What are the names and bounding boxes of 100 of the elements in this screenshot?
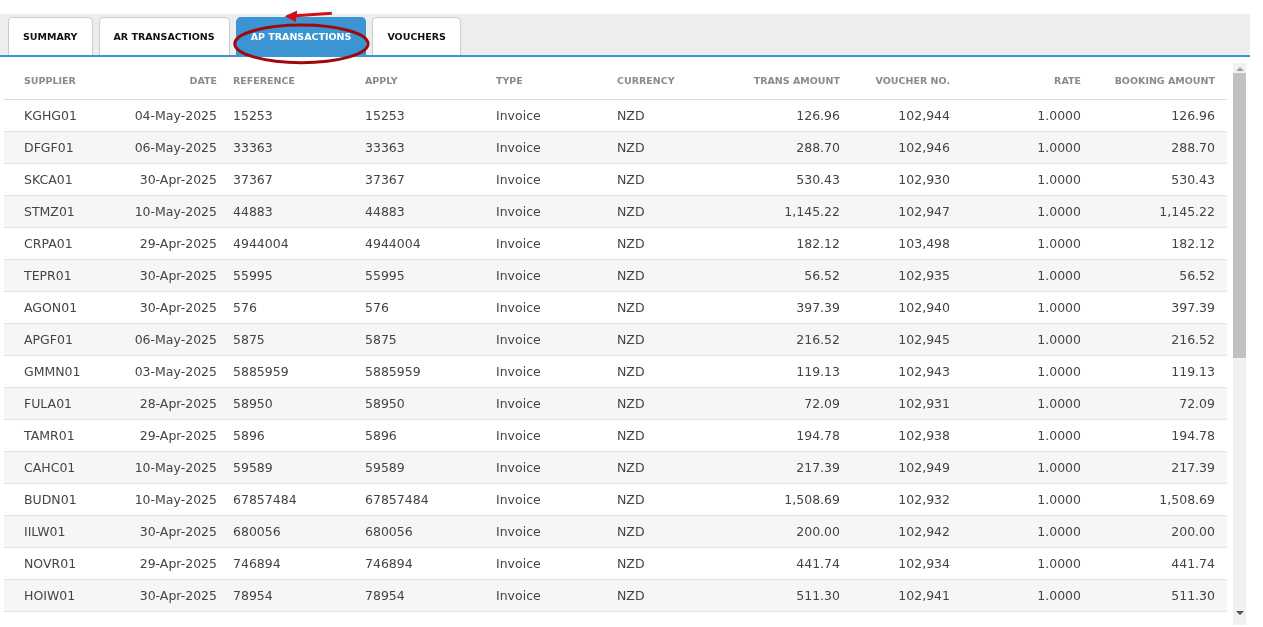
table-cell: 30-Apr-2025 xyxy=(120,163,221,195)
table-cell: 5896 xyxy=(221,419,353,451)
table-cell: 1.0000 xyxy=(962,227,1093,259)
table-cell: 102,935 xyxy=(852,259,962,291)
table-cell: 1,145.22 xyxy=(1093,195,1227,227)
table-cell: 1.0000 xyxy=(962,163,1093,195)
table-cell: NZD xyxy=(605,547,700,579)
table-cell: GMMN01 xyxy=(4,355,120,387)
table-cell: 102,932 xyxy=(852,483,962,515)
table-cell: 1,508.69 xyxy=(1093,483,1227,515)
table-cell: 1.0000 xyxy=(962,259,1093,291)
table-cell: 1.0000 xyxy=(962,515,1093,547)
column-header[interactable]: BOOKING AMOUNT xyxy=(1093,63,1227,99)
column-header[interactable]: VOUCHER NO. xyxy=(852,63,962,99)
table-cell: 530.43 xyxy=(700,163,852,195)
table-cell: DFGF01 xyxy=(4,131,120,163)
table-cell: BUDN01 xyxy=(4,483,120,515)
table-cell: NZD xyxy=(605,579,700,611)
table-cell: 10-May-2025 xyxy=(120,483,221,515)
tab[interactable]: AR TRANSACTIONS xyxy=(98,17,230,55)
table-cell: 1.0000 xyxy=(962,387,1093,419)
table-cell: 102,940 xyxy=(852,291,962,323)
table-cell: FULA01 xyxy=(4,387,120,419)
table-cell: 06-May-2025 xyxy=(120,131,221,163)
table-cell: 1.0000 xyxy=(962,99,1093,131)
table-cell: 56.52 xyxy=(1093,259,1227,291)
column-header[interactable]: CURRENCY xyxy=(605,63,700,99)
table-cell: 29-Apr-2025 xyxy=(120,547,221,579)
table-cell: Invoice xyxy=(484,259,605,291)
table-cell: 29-Apr-2025 xyxy=(120,419,221,451)
table-cell: NZD xyxy=(605,451,700,483)
table-cell: 5885959 xyxy=(353,355,484,387)
table-cell: 126.96 xyxy=(700,99,852,131)
table-cell: 119.13 xyxy=(1093,355,1227,387)
table-cell: 217.39 xyxy=(1093,451,1227,483)
tab[interactable]: SUMMARY xyxy=(8,17,93,55)
table-cell: 103,498 xyxy=(852,227,962,259)
table-cell: Invoice xyxy=(484,579,605,611)
table-cell: 37367 xyxy=(221,163,353,195)
column-header[interactable]: DATE xyxy=(120,63,221,99)
table-cell: CRPA01 xyxy=(4,227,120,259)
table-cell: 194.78 xyxy=(700,419,852,451)
table-cell: 200.00 xyxy=(1093,515,1227,547)
table-cell: 15253 xyxy=(353,99,484,131)
table-cell: NZD xyxy=(605,387,700,419)
table-cell: 72.09 xyxy=(1093,387,1227,419)
column-header[interactable]: TRANS AMOUNT xyxy=(700,63,852,99)
table-cell: NZD xyxy=(605,355,700,387)
table-cell: 30-Apr-2025 xyxy=(120,579,221,611)
table-cell: 1.0000 xyxy=(962,355,1093,387)
table-cell: 5885959 xyxy=(221,355,353,387)
table-cell: 102,947 xyxy=(852,195,962,227)
table-cell: 30-Apr-2025 xyxy=(120,291,221,323)
table-cell: HOIW01 xyxy=(4,579,120,611)
scroll-down-icon[interactable] xyxy=(1235,611,1244,615)
table-cell: 182.12 xyxy=(700,227,852,259)
table-cell: NZD xyxy=(605,291,700,323)
table-cell: 530.43 xyxy=(1093,163,1227,195)
table-cell: 1.0000 xyxy=(962,451,1093,483)
table-cell: 1.0000 xyxy=(962,547,1093,579)
table-cell: NZD xyxy=(605,483,700,515)
table-cell: 576 xyxy=(221,291,353,323)
table-cell: NZD xyxy=(605,259,700,291)
table-cell: Invoice xyxy=(484,227,605,259)
table-cell: 216.52 xyxy=(1093,323,1227,355)
column-header[interactable]: TYPE xyxy=(484,63,605,99)
table-cell: Invoice xyxy=(484,547,605,579)
table-cell: Invoice xyxy=(484,451,605,483)
column-header[interactable]: REFERENCE xyxy=(221,63,353,99)
table-cell: 37367 xyxy=(353,163,484,195)
table-cell: 1,145.22 xyxy=(700,195,852,227)
table-cell: NZD xyxy=(605,131,700,163)
table-cell: 746894 xyxy=(353,547,484,579)
table-cell: 102,930 xyxy=(852,163,962,195)
table-cell: Invoice xyxy=(484,323,605,355)
table-cell: SKCA01 xyxy=(4,163,120,195)
table-cell: 680056 xyxy=(353,515,484,547)
table-cell: 511.30 xyxy=(700,579,852,611)
tab[interactable]: AP TRANSACTIONS xyxy=(235,17,367,55)
table-cell: 44883 xyxy=(353,195,484,227)
table-cell: 397.39 xyxy=(1093,291,1227,323)
table-cell: 44883 xyxy=(221,195,353,227)
table-cell: 102,946 xyxy=(852,131,962,163)
scrollbar[interactable] xyxy=(1233,63,1246,625)
table-cell: 1.0000 xyxy=(962,131,1093,163)
scrollbar-thumb[interactable] xyxy=(1233,73,1246,358)
table-cell: IILW01 xyxy=(4,515,120,547)
table-cell: STMZ01 xyxy=(4,195,120,227)
table-cell: NZD xyxy=(605,419,700,451)
table-cell: 102,949 xyxy=(852,451,962,483)
table-cell: 06-May-2025 xyxy=(120,323,221,355)
table-cell: NZD xyxy=(605,163,700,195)
table-cell: Invoice xyxy=(484,195,605,227)
table-cell: 33363 xyxy=(353,131,484,163)
table-cell: 59589 xyxy=(353,451,484,483)
column-header[interactable]: RATE xyxy=(962,63,1093,99)
table-cell: 102,945 xyxy=(852,323,962,355)
tab[interactable]: VOUCHERS xyxy=(372,17,461,55)
column-header[interactable]: APPLY xyxy=(353,63,484,99)
column-header[interactable]: SUPPLIER xyxy=(4,63,120,99)
